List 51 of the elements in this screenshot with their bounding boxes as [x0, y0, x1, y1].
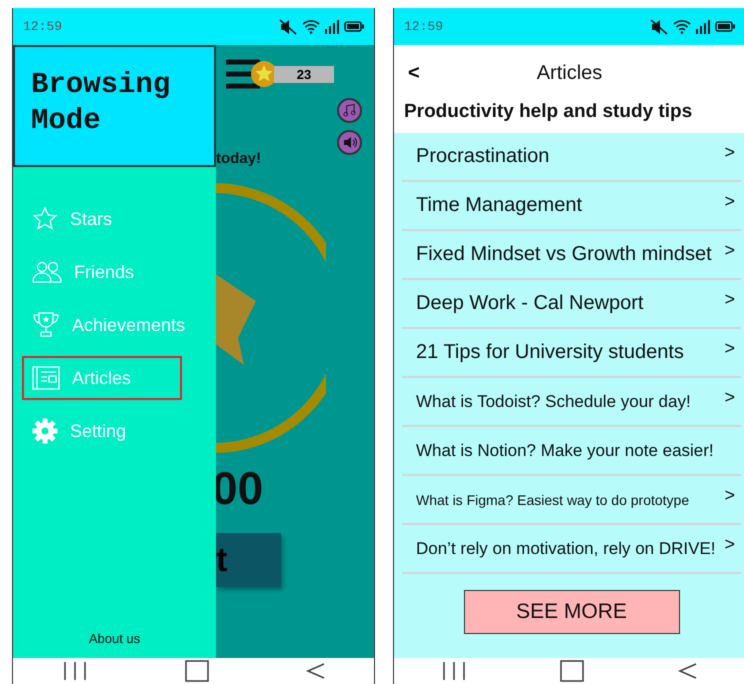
- chevron[interactable]: >: [724, 289, 735, 310]
- chevron[interactable]: >: [724, 485, 735, 506]
- chevron[interactable]: >: [724, 338, 735, 359]
- see-more-button[interactable]: SEE MORE: [464, 590, 680, 634]
- chevron[interactable]: >: [724, 534, 735, 555]
- speaker-icon: [342, 136, 356, 149]
- home-icon[interactable]: [184, 660, 208, 682]
- home-icon[interactable]: [560, 660, 584, 682]
- status-time: 12:59: [23, 19, 62, 34]
- sound-button[interactable]: [337, 130, 362, 155]
- chevron[interactable]: >: [724, 240, 735, 261]
- article-title[interactable]: Procrastination: [416, 145, 550, 168]
- menu-icon[interactable]: [224, 57, 276, 91]
- trophy-icon: [32, 311, 60, 339]
- score-text: 00: [212, 461, 264, 515]
- chevron[interactable]: >: [724, 387, 735, 408]
- recents-icon[interactable]: [440, 661, 467, 681]
- back-icon[interactable]: [678, 661, 698, 681]
- about-link[interactable]: About us: [88, 631, 140, 646]
- article-title[interactable]: 21 Tips for University students: [416, 341, 684, 364]
- article-title[interactable]: Don’t rely on motivation, rely on DRIVE!: [416, 538, 716, 558]
- back-icon[interactable]: [306, 661, 326, 681]
- mute-icon: [650, 18, 668, 34]
- status-time: 12:59: [404, 19, 444, 34]
- recents-icon[interactable]: [62, 661, 88, 681]
- battery-icon: [715, 21, 735, 32]
- battery-icon: [344, 21, 364, 32]
- chevron[interactable]: >: [724, 142, 735, 163]
- star-icon: [32, 206, 58, 232]
- article-title[interactable]: What is Notion? Make your note easier!: [416, 440, 714, 460]
- newspaper-icon: [32, 366, 60, 390]
- people-icon: [32, 261, 62, 283]
- mute-icon: [279, 18, 297, 34]
- page-title: Articles: [536, 62, 602, 84]
- music-note-icon: [343, 104, 356, 117]
- signal-icon: [696, 20, 710, 34]
- article-title[interactable]: Deep Work - Cal Newport: [416, 292, 644, 315]
- article-title[interactable]: What is Figma? Easiest way to do prototype: [416, 492, 690, 508]
- signal-icon: [325, 20, 339, 34]
- gear-icon: [32, 418, 58, 444]
- star-count: 23: [274, 66, 334, 82]
- article-title[interactable]: Fixed Mindset vs Growth mindset: [416, 243, 712, 266]
- drawer-title: Browsing Mode: [31, 67, 172, 140]
- wifi-icon: [302, 19, 320, 34]
- banner-text: today!: [216, 150, 261, 167]
- wifi-icon: [673, 19, 691, 34]
- article-title[interactable]: Time Management: [416, 194, 582, 217]
- article-title[interactable]: What is Todoist? Schedule your day!: [416, 392, 691, 412]
- music-button[interactable]: [337, 98, 362, 123]
- back-button[interactable]: <: [408, 62, 420, 84]
- chevron[interactable]: >: [724, 191, 735, 212]
